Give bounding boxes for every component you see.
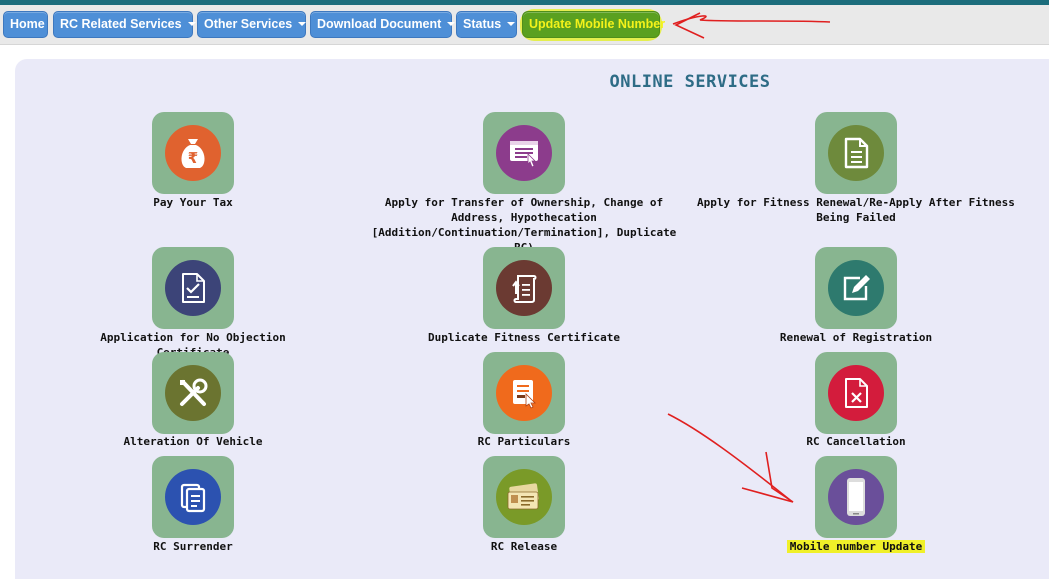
nav-other-services-dropdown[interactable]: Other Services [197,11,307,38]
scroll-upload-icon [496,260,552,316]
web-form-icon [496,125,552,181]
service-duplicate-fitness-tile[interactable] [483,247,565,329]
service-fitness-renewal-tile[interactable] [815,112,897,194]
cancel-document-icon [828,365,884,421]
certificate-cursor-icon [496,365,552,421]
tools-icon [165,365,221,421]
service-renewal-registration-tile[interactable] [815,247,897,329]
service-mobile-number-update-label: Mobile number Update [786,539,926,554]
service-transfer-ownership-label: Apply for Transfer of Ownership, Change … [371,196,677,254]
highlighted-label-text: Mobile number Update [786,540,926,553]
edit-pen-icon [828,260,884,316]
navbar: Home RC Related Services Other Services … [0,5,1049,45]
service-rc-cancellation-tile[interactable] [815,352,897,434]
service-noc-tile[interactable] [152,247,234,329]
nav-rc-related-services-dropdown[interactable]: RC Related Services [53,11,196,38]
service-renewal-registration-label: Renewal of Registration [779,331,933,344]
nav-update-mobile-number-button[interactable]: Update Mobile Number [522,11,665,38]
service-rc-surrender-tile[interactable] [152,456,234,538]
page-title: ONLINE SERVICES [609,72,771,92]
service-pay-tax-label: Pay Your Tax [153,196,233,209]
service-mobile-number-update-tile[interactable] [815,456,897,538]
nav-rc-related-services-label: RC Related Services [60,17,182,31]
nav-status-dropdown[interactable]: Status [456,11,517,38]
nav-status-label: Status [463,17,502,31]
mobile-phone-icon [828,469,884,525]
nav-other-services-label: Other Services [204,17,293,31]
caret-down-icon [447,21,456,26]
service-transfer-ownership-tile[interactable] [483,112,565,194]
nav-download-document-label: Download Document [317,17,442,31]
service-pay-tax-tile[interactable]: ₹ [152,112,234,194]
service-duplicate-fitness-label: Duplicate Fitness Certificate [427,331,621,344]
service-alteration-vehicle-label: Alteration Of Vehicle [123,435,263,448]
checklist-document-icon [165,260,221,316]
rc-cards-icon [496,469,552,525]
service-rc-release-label: RC Release [490,540,558,553]
service-fitness-renewal-label: Apply for Fitness Renewal/Re-Apply After… [697,196,1015,224]
service-rc-release-tile[interactable] [483,456,565,538]
service-rc-particulars-tile[interactable] [483,352,565,434]
nav-update-mobile-number-label: Update Mobile Number [529,17,666,31]
nav-download-document-dropdown[interactable]: Download Document [310,11,456,38]
svg-text:₹: ₹ [188,149,198,167]
nav-home-button[interactable]: Home [3,11,48,38]
service-alteration-vehicle-tile[interactable] [152,352,234,434]
caret-down-icon [298,21,307,26]
service-rc-cancellation-label: RC Cancellation [806,435,906,448]
rupee-bag-icon: ₹ [165,125,221,181]
nav-home-label: Home [10,17,45,31]
caret-down-icon [507,21,516,26]
caret-down-icon [187,21,196,26]
copy-documents-icon [165,469,221,525]
document-icon [828,125,884,181]
service-rc-particulars-label: RC Particulars [477,435,571,448]
service-rc-surrender-label: RC Surrender [153,540,233,553]
